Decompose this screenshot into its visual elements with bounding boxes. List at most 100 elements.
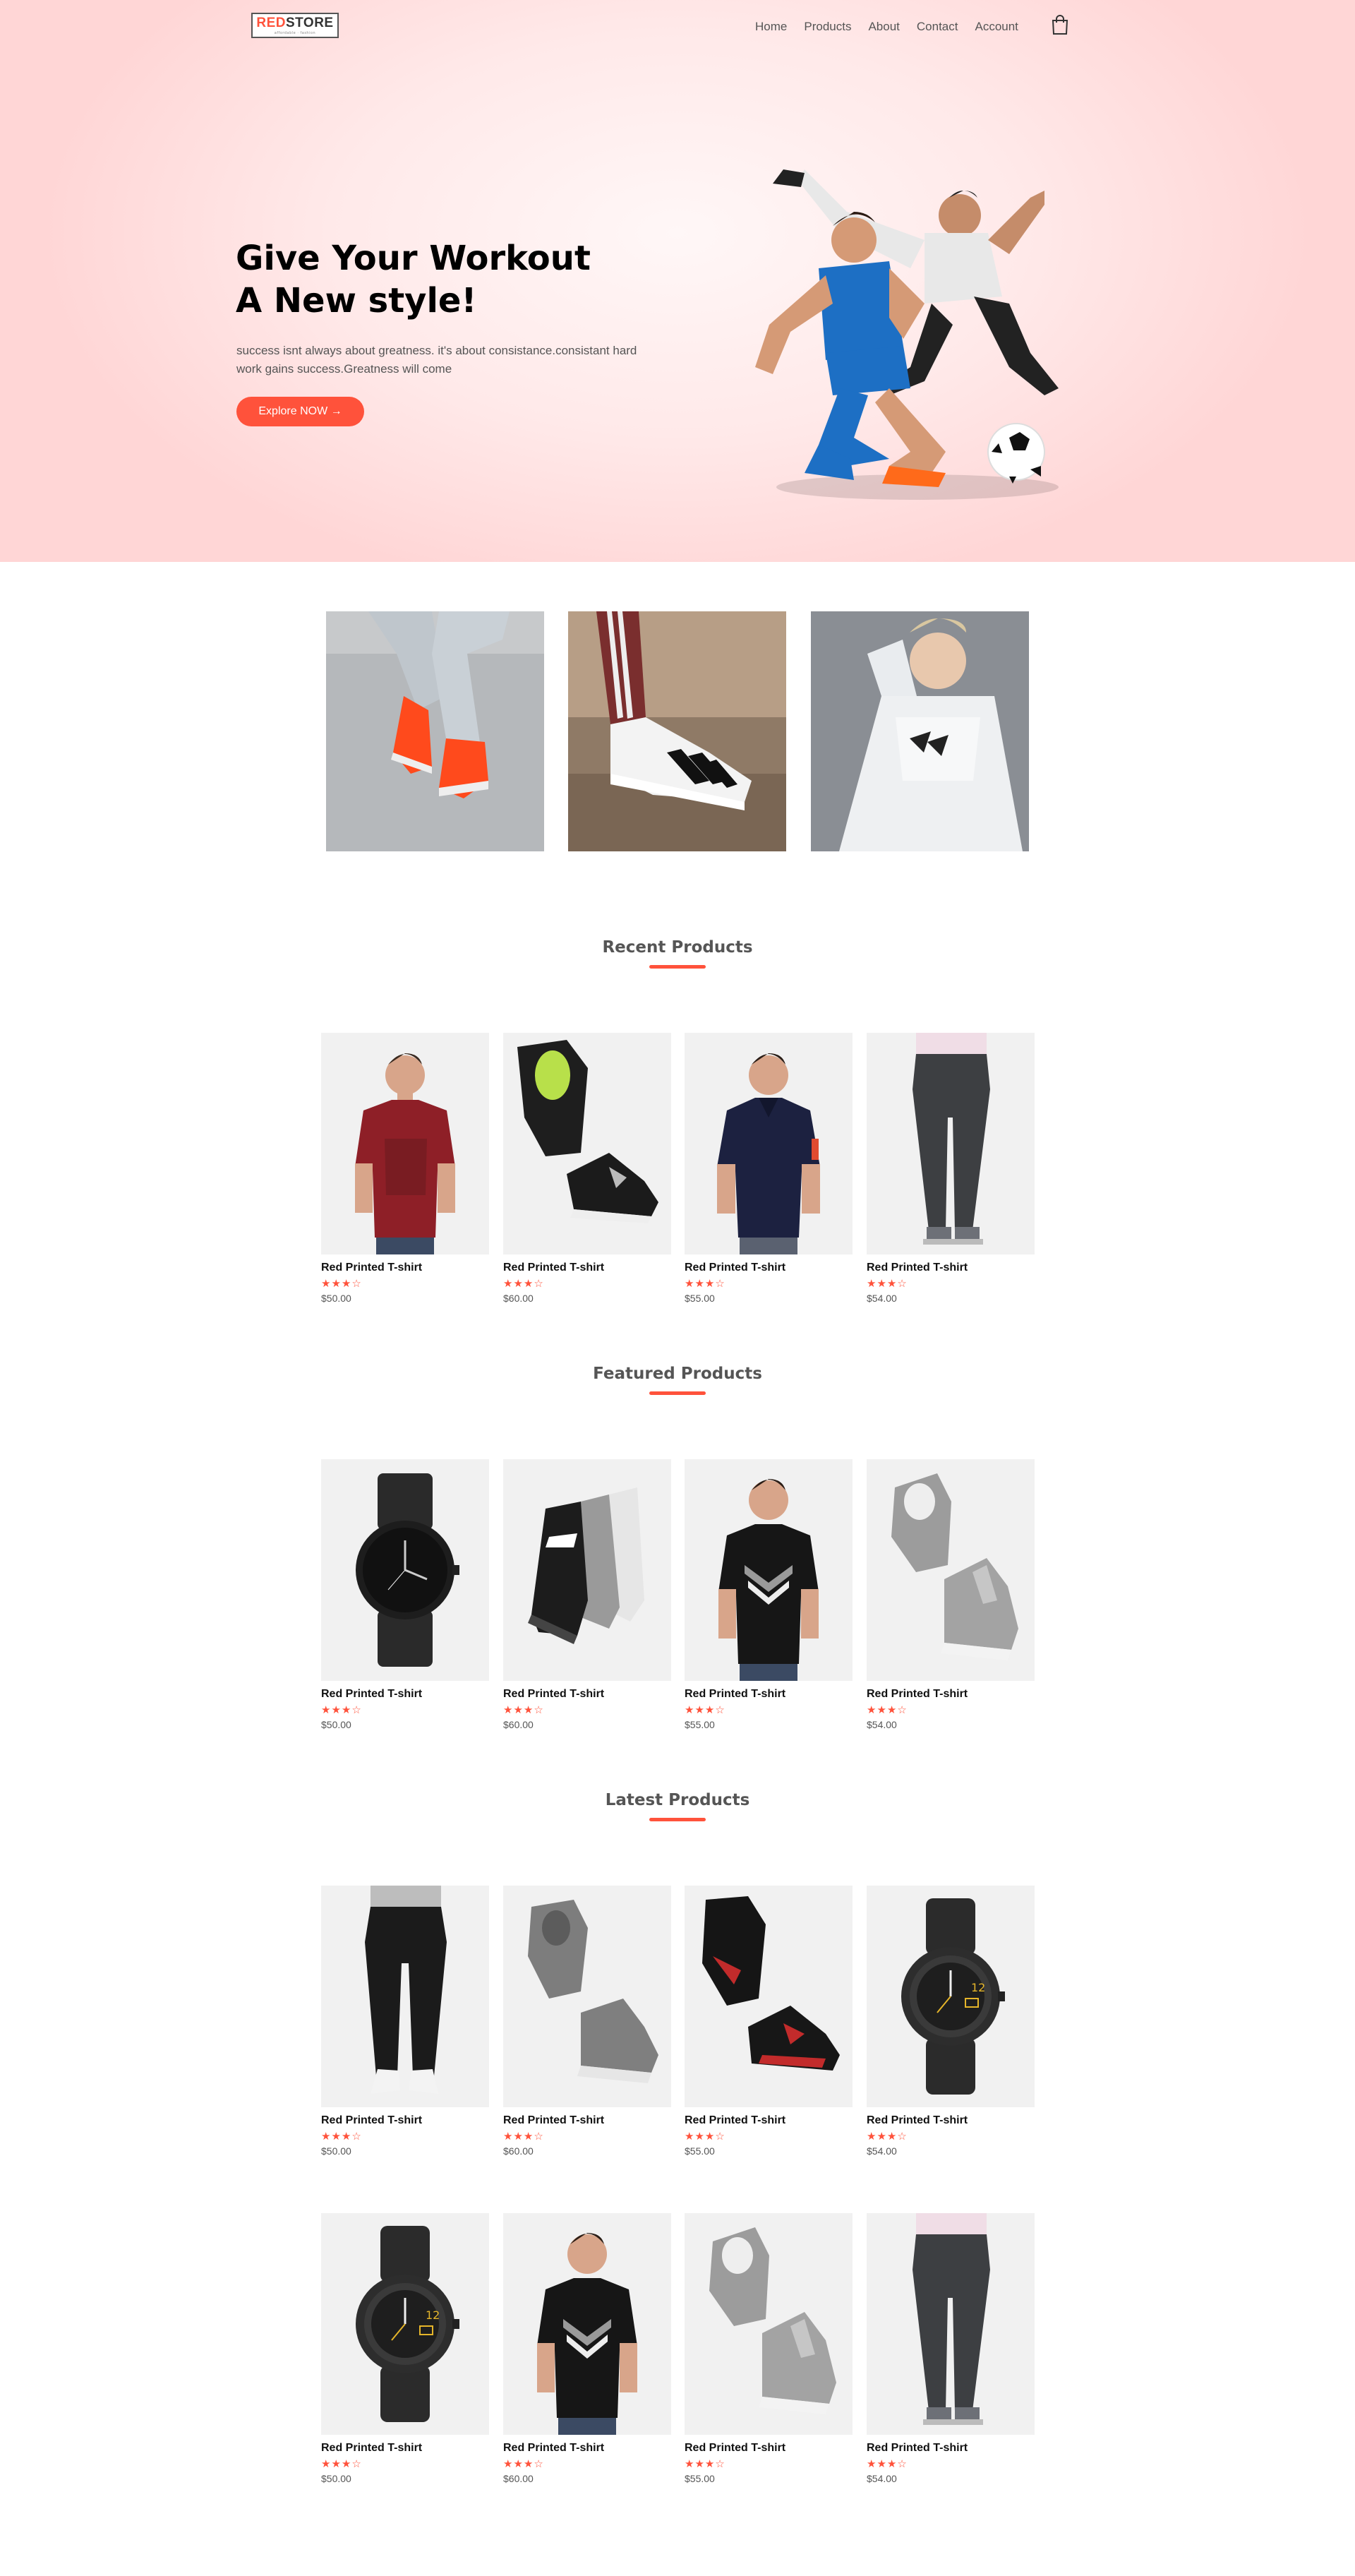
product-rating-stars: ★★★☆ <box>321 1277 362 1290</box>
product-name[interactable]: Red Printed T-shirt <box>321 2442 489 2455</box>
product-name[interactable]: Red Printed T-shirt <box>685 2114 853 2127</box>
product-image[interactable] <box>867 1459 1035 1681</box>
nav-contact[interactable]: Contact <box>917 20 958 34</box>
explore-now-button[interactable]: Explore NOW → <box>236 397 364 426</box>
product-name[interactable]: Red Printed T-shirt <box>867 2442 1035 2455</box>
nav-products[interactable]: Products <box>804 20 851 34</box>
product-name[interactable]: Red Printed T-shirt <box>321 1688 489 1701</box>
nav-account[interactable]: Account <box>975 20 1018 34</box>
product-sport-watch-image: 12 <box>901 1898 1005 2095</box>
product-image[interactable] <box>867 2213 1035 2435</box>
product-grey-joggers-image <box>913 2213 990 2425</box>
svg-text:12: 12 <box>426 2308 440 2322</box>
product-rating-stars: ★★★☆ <box>867 2130 908 2143</box>
product-red-tshirt-image <box>355 1053 455 1254</box>
product-card[interactable]: Red Printed T-shirt ★★★☆ $60.00 <box>503 1886 671 2157</box>
logo-tagline: affordable · fashion <box>274 31 316 35</box>
logo[interactable]: REDSTORE affordable · fashion <box>251 13 339 38</box>
product-card[interactable]: Red Printed T-shirt ★★★☆ $50.00 <box>321 1886 489 2157</box>
product-grey-slipons-image <box>528 1900 658 2083</box>
product-name[interactable]: Red Printed T-shirt <box>867 1688 1035 1701</box>
product-rating-stars: ★★★☆ <box>503 1703 544 1716</box>
product-image[interactable] <box>685 1459 853 1681</box>
shopping-bag-icon[interactable] <box>1051 14 1069 35</box>
product-black-puma-tee-image <box>537 2233 637 2435</box>
hero-title: Give Your Workout A New style! <box>236 237 631 322</box>
product-rating-stars: ★★★☆ <box>503 1277 544 1290</box>
product-name[interactable]: Red Printed T-shirt <box>685 1688 853 1701</box>
product-card[interactable]: Red Printed T-shirt ★★★☆ $60.00 <box>503 1033 671 1304</box>
product-image[interactable] <box>503 1459 671 1681</box>
nav-home[interactable]: Home <box>755 20 787 34</box>
product-image[interactable] <box>685 1033 853 1254</box>
product-price: $50.00 <box>321 2145 351 2157</box>
product-navy-polo-image <box>717 1053 820 1254</box>
product-card[interactable]: Red Printed T-shirt ★★★☆ $55.00 <box>685 1459 853 1730</box>
product-rating-stars: ★★★☆ <box>503 2457 544 2470</box>
product-name[interactable]: Red Printed T-shirt <box>867 1262 1035 1274</box>
product-card[interactable]: 12 Red Printed T-shirt ★★★☆ $50.00 <box>321 2213 489 2484</box>
category-image-sneakers-striped[interactable] <box>568 611 786 851</box>
product-card[interactable]: 12 Red Printed T-shirt ★★★☆ $54.00 <box>867 1886 1035 2157</box>
product-card[interactable]: Red Printed T-shirt ★★★☆ $55.00 <box>685 2213 853 2484</box>
category-image-hoodie-white[interactable] <box>811 611 1029 851</box>
product-name[interactable]: Red Printed T-shirt <box>321 2114 489 2127</box>
svg-text:12: 12 <box>971 1981 985 1994</box>
product-price: $54.00 <box>867 2145 897 2157</box>
product-name[interactable]: Red Printed T-shirt <box>685 2442 853 2455</box>
product-black-puma-tee-image <box>718 1479 819 1681</box>
nav-about[interactable]: About <box>868 20 899 34</box>
product-image[interactable] <box>321 1459 489 1681</box>
product-rating-stars: ★★★☆ <box>867 1277 908 1290</box>
section-title: Featured Products <box>593 1365 762 1383</box>
product-image[interactable] <box>503 1886 671 2107</box>
product-price: $60.00 <box>503 1719 534 1730</box>
product-image[interactable] <box>321 1886 489 2107</box>
product-image[interactable] <box>685 2213 853 2435</box>
product-black-watch-image <box>356 1473 459 1667</box>
product-name[interactable]: Red Printed T-shirt <box>503 2114 671 2127</box>
product-grey-joggers-image <box>913 1033 990 1245</box>
product-card[interactable]: Red Printed T-shirt ★★★☆ $60.00 <box>503 2213 671 2484</box>
hero-football-players-image <box>755 169 1059 500</box>
product-price: $55.00 <box>685 1293 715 1304</box>
category-sneakers-striped-image <box>568 611 786 851</box>
product-card[interactable]: Red Printed T-shirt ★★★☆ $54.00 <box>867 2213 1035 2484</box>
product-name[interactable]: Red Printed T-shirt <box>503 2442 671 2455</box>
product-image[interactable]: 12 <box>867 1886 1035 2107</box>
hero-section: REDSTORE affordable · fashion Home Produ… <box>0 0 1355 562</box>
category-image-sneakers-red[interactable] <box>326 611 544 851</box>
product-price: $60.00 <box>503 2473 534 2484</box>
product-price: $50.00 <box>321 2473 351 2484</box>
product-name[interactable]: Red Printed T-shirt <box>685 1262 853 1274</box>
category-hoodie-white-image <box>811 611 1029 851</box>
product-price: $55.00 <box>685 2473 715 2484</box>
section-title: Latest Products <box>605 1791 750 1809</box>
product-image[interactable] <box>321 1033 489 1254</box>
product-image[interactable]: 12 <box>321 2213 489 2435</box>
product-price: $55.00 <box>685 2145 715 2157</box>
product-rating-stars: ★★★☆ <box>685 2457 725 2470</box>
product-card[interactable]: Red Printed T-shirt ★★★☆ $50.00 <box>321 1033 489 1304</box>
product-image[interactable] <box>867 1033 1035 1254</box>
hero-title-line2: A New style! <box>236 281 477 320</box>
product-black-red-sneakers-image <box>702 1896 840 2071</box>
product-name[interactable]: Red Printed T-shirt <box>503 1262 671 1274</box>
section-title-underline <box>649 1391 706 1395</box>
product-card[interactable]: Red Printed T-shirt ★★★☆ $55.00 <box>685 1886 853 2157</box>
category-sneakers-red-image <box>326 611 544 851</box>
product-name[interactable]: Red Printed T-shirt <box>867 2114 1035 2127</box>
product-card[interactable]: Red Printed T-shirt ★★★☆ $50.00 <box>321 1459 489 1730</box>
product-image[interactable] <box>503 1033 671 1254</box>
product-card[interactable]: Red Printed T-shirt ★★★☆ $54.00 <box>867 1459 1035 1730</box>
product-name[interactable]: Red Printed T-shirt <box>503 1688 671 1701</box>
product-card[interactable]: Red Printed T-shirt ★★★☆ $55.00 <box>685 1033 853 1304</box>
product-card[interactable]: Red Printed T-shirt ★★★☆ $60.00 <box>503 1459 671 1730</box>
product-rating-stars: ★★★☆ <box>321 2130 362 2143</box>
product-price: $54.00 <box>867 1293 897 1304</box>
product-image[interactable] <box>503 2213 671 2435</box>
product-card[interactable]: Red Printed T-shirt ★★★☆ $54.00 <box>867 1033 1035 1304</box>
product-name[interactable]: Red Printed T-shirt <box>321 1262 489 1274</box>
product-image[interactable] <box>685 1886 853 2107</box>
product-price: $60.00 <box>503 1293 534 1304</box>
